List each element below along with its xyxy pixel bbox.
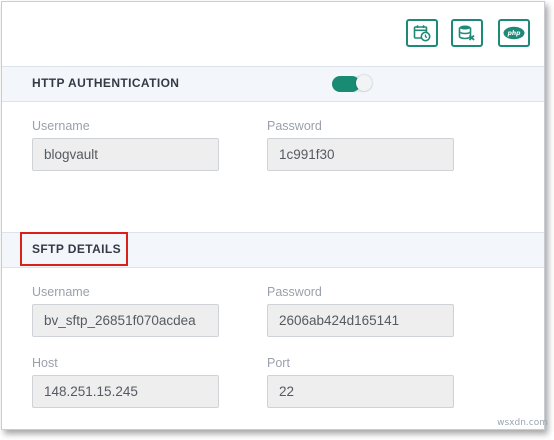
php-icon: php: [503, 26, 525, 40]
toggle-knob: [356, 75, 372, 91]
watermark: wsxdn.com: [497, 418, 548, 428]
sftp-password-field[interactable]: [267, 304, 454, 337]
sftp-username-label: Username: [32, 285, 90, 299]
http-auth-title: HTTP AUTHENTICATION: [32, 76, 180, 90]
http-username-field[interactable]: [32, 138, 219, 171]
http-username-label: Username: [32, 119, 90, 133]
sftp-password-label: Password: [267, 285, 322, 299]
http-password-field[interactable]: [267, 138, 454, 171]
php-button[interactable]: php: [498, 19, 530, 47]
database-remove-button[interactable]: [451, 19, 483, 47]
sftp-host-label: Host: [32, 356, 58, 370]
sftp-host-field[interactable]: [32, 375, 219, 408]
php-icon-label: php: [507, 30, 522, 37]
sftp-port-field[interactable]: [267, 375, 454, 408]
http-auth-header: HTTP AUTHENTICATION: [2, 66, 544, 102]
http-auth-toggle[interactable]: [332, 75, 372, 93]
schedule-button[interactable]: [406, 19, 438, 47]
calendar-clock-icon: [413, 25, 431, 42]
sftp-username-field[interactable]: [32, 304, 219, 337]
http-password-label: Password: [267, 119, 322, 133]
database-remove-icon: [458, 25, 475, 41]
sftp-highlight-box: [20, 232, 128, 266]
site-settings-panel: php HTTP AUTHENTICATION Username Passwor…: [1, 1, 545, 430]
sftp-port-label: Port: [267, 356, 290, 370]
